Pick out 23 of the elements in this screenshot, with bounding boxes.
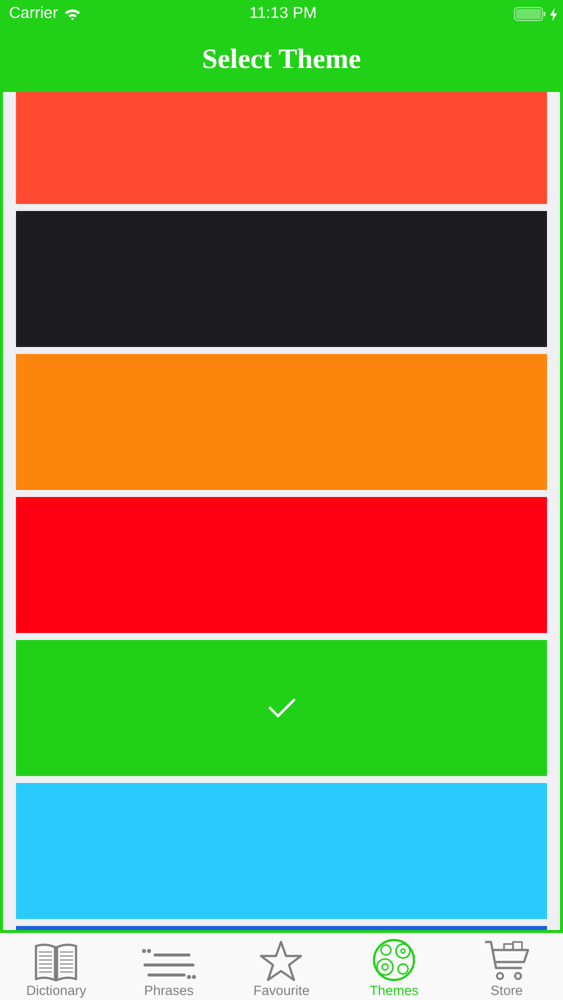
checkmark-icon [268,698,296,718]
shopping-cart-icon [484,940,530,982]
carrier-name: Carrier [9,5,58,23]
screen-title: Select Theme [202,44,361,76]
tab-bar-item[interactable]: Phrases [112,933,226,1000]
quote-lines-icon [140,946,197,982]
status-time: 11:13 PM [249,5,317,23]
battery-icon [514,7,546,21]
tab-bar-item[interactable]: Dictionary [0,933,113,1000]
theme-swatch[interactable] [16,497,547,633]
theme-swatch[interactable] [16,211,547,347]
wifi-icon [64,8,81,20]
tab-bar-item[interactable]: Store [450,933,563,1000]
theme-swatch[interactable] [16,354,547,490]
palette-circle-icon [372,938,416,982]
star-icon [259,940,304,982]
book-icon [33,942,80,982]
theme-swatch[interactable] [16,640,547,776]
tab-bar-item[interactable]: Favourite [225,933,338,1000]
charging-bolt-icon [550,8,558,20]
tab-bar-item[interactable]: Themes [338,933,450,1000]
theme-swatch[interactable] [16,783,547,919]
theme-swatch[interactable] [16,92,547,204]
